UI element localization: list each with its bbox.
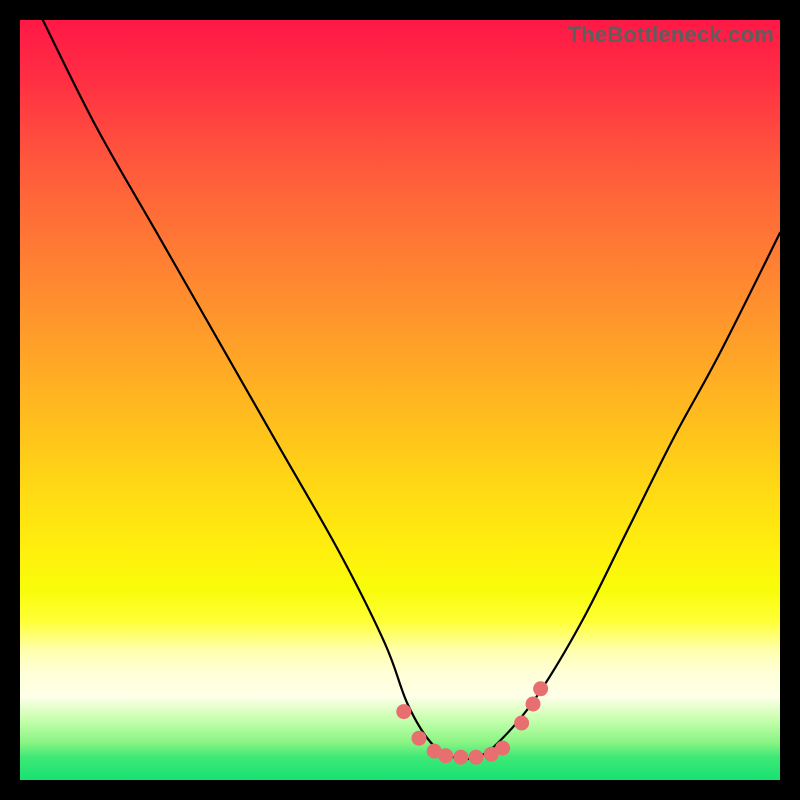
bottleneck-curve-path [43, 20, 780, 759]
highlight-dot [514, 716, 529, 731]
highlight-dot [533, 681, 548, 696]
plot-area: TheBottleneck.com [20, 20, 780, 780]
highlight-dot [438, 748, 453, 763]
highlight-dot [412, 731, 427, 746]
highlight-dot [526, 697, 541, 712]
chart-svg [20, 20, 780, 780]
highlight-dot [469, 750, 484, 765]
highlight-markers [396, 681, 548, 764]
highlight-dot [453, 750, 468, 765]
outer-frame: TheBottleneck.com [0, 0, 800, 800]
highlight-dot [396, 704, 411, 719]
highlight-dot [495, 741, 510, 756]
